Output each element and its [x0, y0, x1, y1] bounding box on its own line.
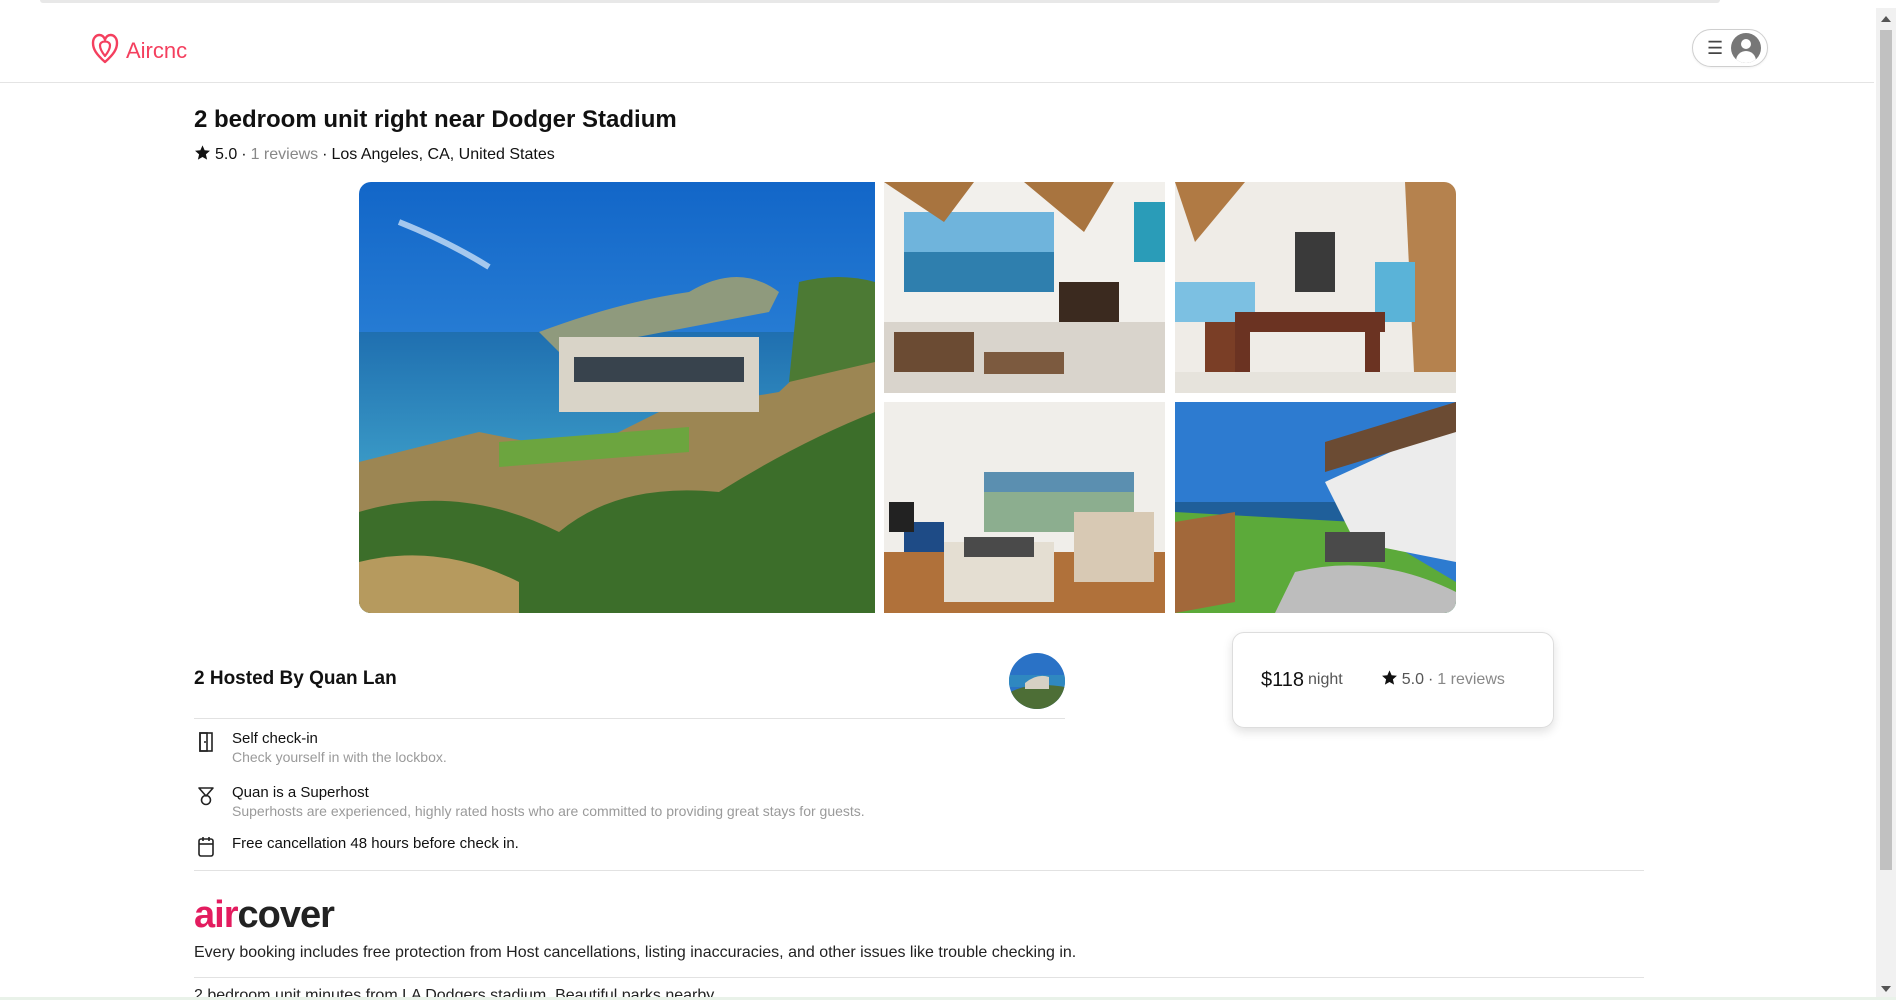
user-menu-button[interactable]: ☰ [1692, 29, 1768, 67]
gallery-photo-2[interactable] [884, 182, 1165, 393]
door-icon [194, 730, 218, 754]
booking-card: $118 night 5.0 · 1 reviews [1232, 632, 1554, 728]
scroll-up-icon[interactable] [1881, 16, 1891, 22]
feature-superhost: Quan is a Superhost Superhosts are exper… [194, 784, 865, 819]
scroll-down-icon[interactable] [1881, 986, 1891, 992]
listing-title: 2 bedroom unit right near Dodger Stadium [194, 106, 677, 133]
gallery-photo-4[interactable] [884, 402, 1165, 613]
aircover-logo-part2: cover [237, 894, 334, 936]
feature-self-checkin: Self check-in Check yourself in with the… [194, 730, 447, 765]
site-header: Aircnc ☰ [0, 8, 1874, 83]
card-rating-value: 5.0 [1401, 671, 1424, 688]
star-icon [194, 144, 211, 166]
listing-meta: 5.0 · 1 reviews · Los Angeles, CA, Unite… [194, 144, 555, 166]
photo-gallery [359, 182, 1456, 613]
vertical-scrollbar[interactable] [1876, 8, 1896, 1000]
divider [194, 870, 1644, 871]
card-reviews-link[interactable]: 1 reviews [1437, 671, 1505, 689]
card-rating: 5.0 · 1 reviews [1381, 669, 1505, 691]
reviews-link[interactable]: 1 reviews [251, 146, 319, 164]
price-value: $118 [1261, 668, 1305, 691]
rating-value: 5.0 [215, 146, 238, 163]
price-unit: night [1308, 671, 1343, 688]
user-avatar-icon [1731, 33, 1761, 63]
medal-icon [194, 784, 218, 808]
gallery-photo-5[interactable] [1175, 402, 1456, 613]
meta-separator: · [241, 146, 247, 163]
host-avatar[interactable] [1009, 653, 1065, 709]
aircover-description: Every booking includes free protection f… [194, 944, 1077, 961]
feature-title: Quan is a Superhost [232, 784, 369, 801]
feature-subtitle: Check yourself in with the lockbox. [232, 749, 447, 765]
feature-title: Self check-in [232, 730, 318, 747]
feature-subtitle: Superhosts are experienced, highly rated… [232, 803, 865, 819]
star-icon [1381, 669, 1398, 691]
divider [194, 977, 1644, 978]
host-title: 2 Hosted By Quan Lan [194, 668, 397, 689]
browser-address-strip [40, 0, 1720, 3]
card-separator: · [1427, 671, 1434, 688]
location-text: Los Angeles, CA, United States [331, 146, 555, 163]
aircover-logo: aircover [194, 894, 335, 937]
scrollbar-thumb[interactable] [1880, 30, 1892, 870]
feature-free-cancellation: Free cancellation 48 hours before check … [194, 835, 519, 859]
hamburger-icon: ☰ [1707, 38, 1724, 58]
gallery-photo-main[interactable] [359, 182, 875, 613]
logo[interactable]: Aircnc [90, 32, 187, 69]
calendar-icon [194, 835, 218, 859]
logo-text: Aircnc [126, 37, 188, 63]
divider [194, 718, 1065, 719]
aircover-logo-part1: air [194, 894, 238, 936]
gallery-photo-3[interactable] [1175, 182, 1456, 393]
feature-title: Free cancellation 48 hours before check … [232, 835, 519, 852]
meta-separator: · [322, 146, 328, 163]
airbnb-logo-icon [90, 32, 120, 69]
